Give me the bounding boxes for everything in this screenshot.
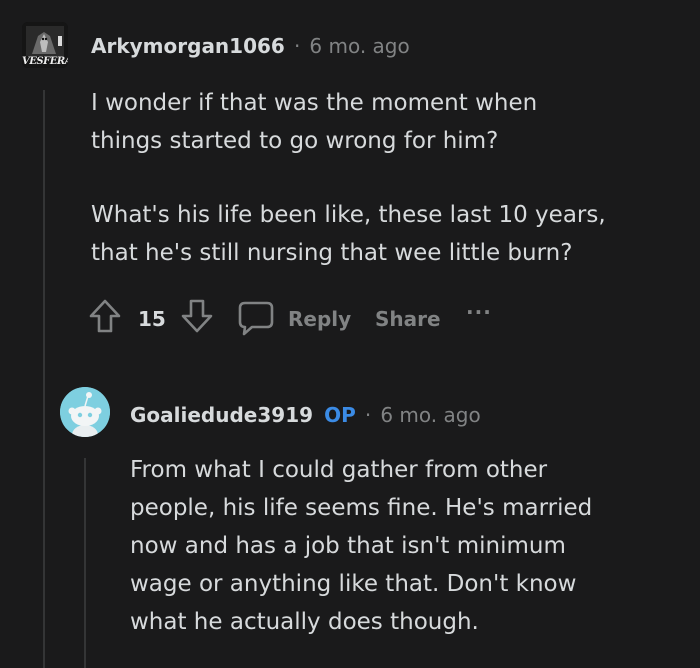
timestamp[interactable]: 6 mo. ago [309,34,409,58]
timestamp[interactable]: 6 mo. ago [380,403,480,427]
text-line: now and has a job that isn't minimum [130,533,566,559]
text-line: things started to go wrong for him? [91,128,499,154]
snoo-avatar-icon [60,387,110,437]
text-line: I wonder if that was the moment when [91,90,538,116]
downvote-icon [181,299,213,333]
username[interactable]: Goaliedude3919 [130,403,313,427]
separator: · [293,34,301,58]
comment-bubble-icon [238,301,274,336]
avatar[interactable]: VESFERATU [22,22,68,68]
paragraph: I wonder if that was the moment when thi… [91,84,671,160]
op-badge: OP [324,403,356,427]
upvote-button[interactable] [88,298,128,338]
avatar-label: VESFERATU [22,56,68,67]
thread-line-comment2[interactable] [84,458,86,668]
text-line: What's his life been like, these last 10… [91,202,606,228]
reply-label: Reply [288,307,352,331]
upvote-icon [89,299,121,333]
share-button[interactable]: Share [375,307,441,331]
comment-header: Arkymorgan1066 · 6 mo. ago [91,34,410,58]
paragraph: What's his life been like, these last 10… [91,196,671,272]
comment-body: From what I could gather from other peop… [130,451,690,641]
vote-count: 15 [138,307,166,331]
text-line: From what I could gather from other [130,457,548,483]
thread-line-comment1[interactable] [43,90,45,668]
more-options-button[interactable]: ··· [466,300,492,324]
comment-body: I wonder if that was the moment when thi… [91,84,671,272]
avatar[interactable] [60,387,110,437]
text-line: what he actually does though. [130,609,479,635]
text-line: that he's still nursing that wee little … [91,240,573,266]
username[interactable]: Arkymorgan1066 [91,34,285,58]
text-line: people, his life seems fine. He's marrie… [130,495,593,521]
downvote-button[interactable] [180,298,220,338]
comment-header: Goaliedude3919 OP · 6 mo. ago [130,403,481,427]
separator: · [364,403,372,427]
reply-button[interactable]: Reply [236,297,361,337]
text-line: wage or anything like that. Don't know [130,571,577,597]
